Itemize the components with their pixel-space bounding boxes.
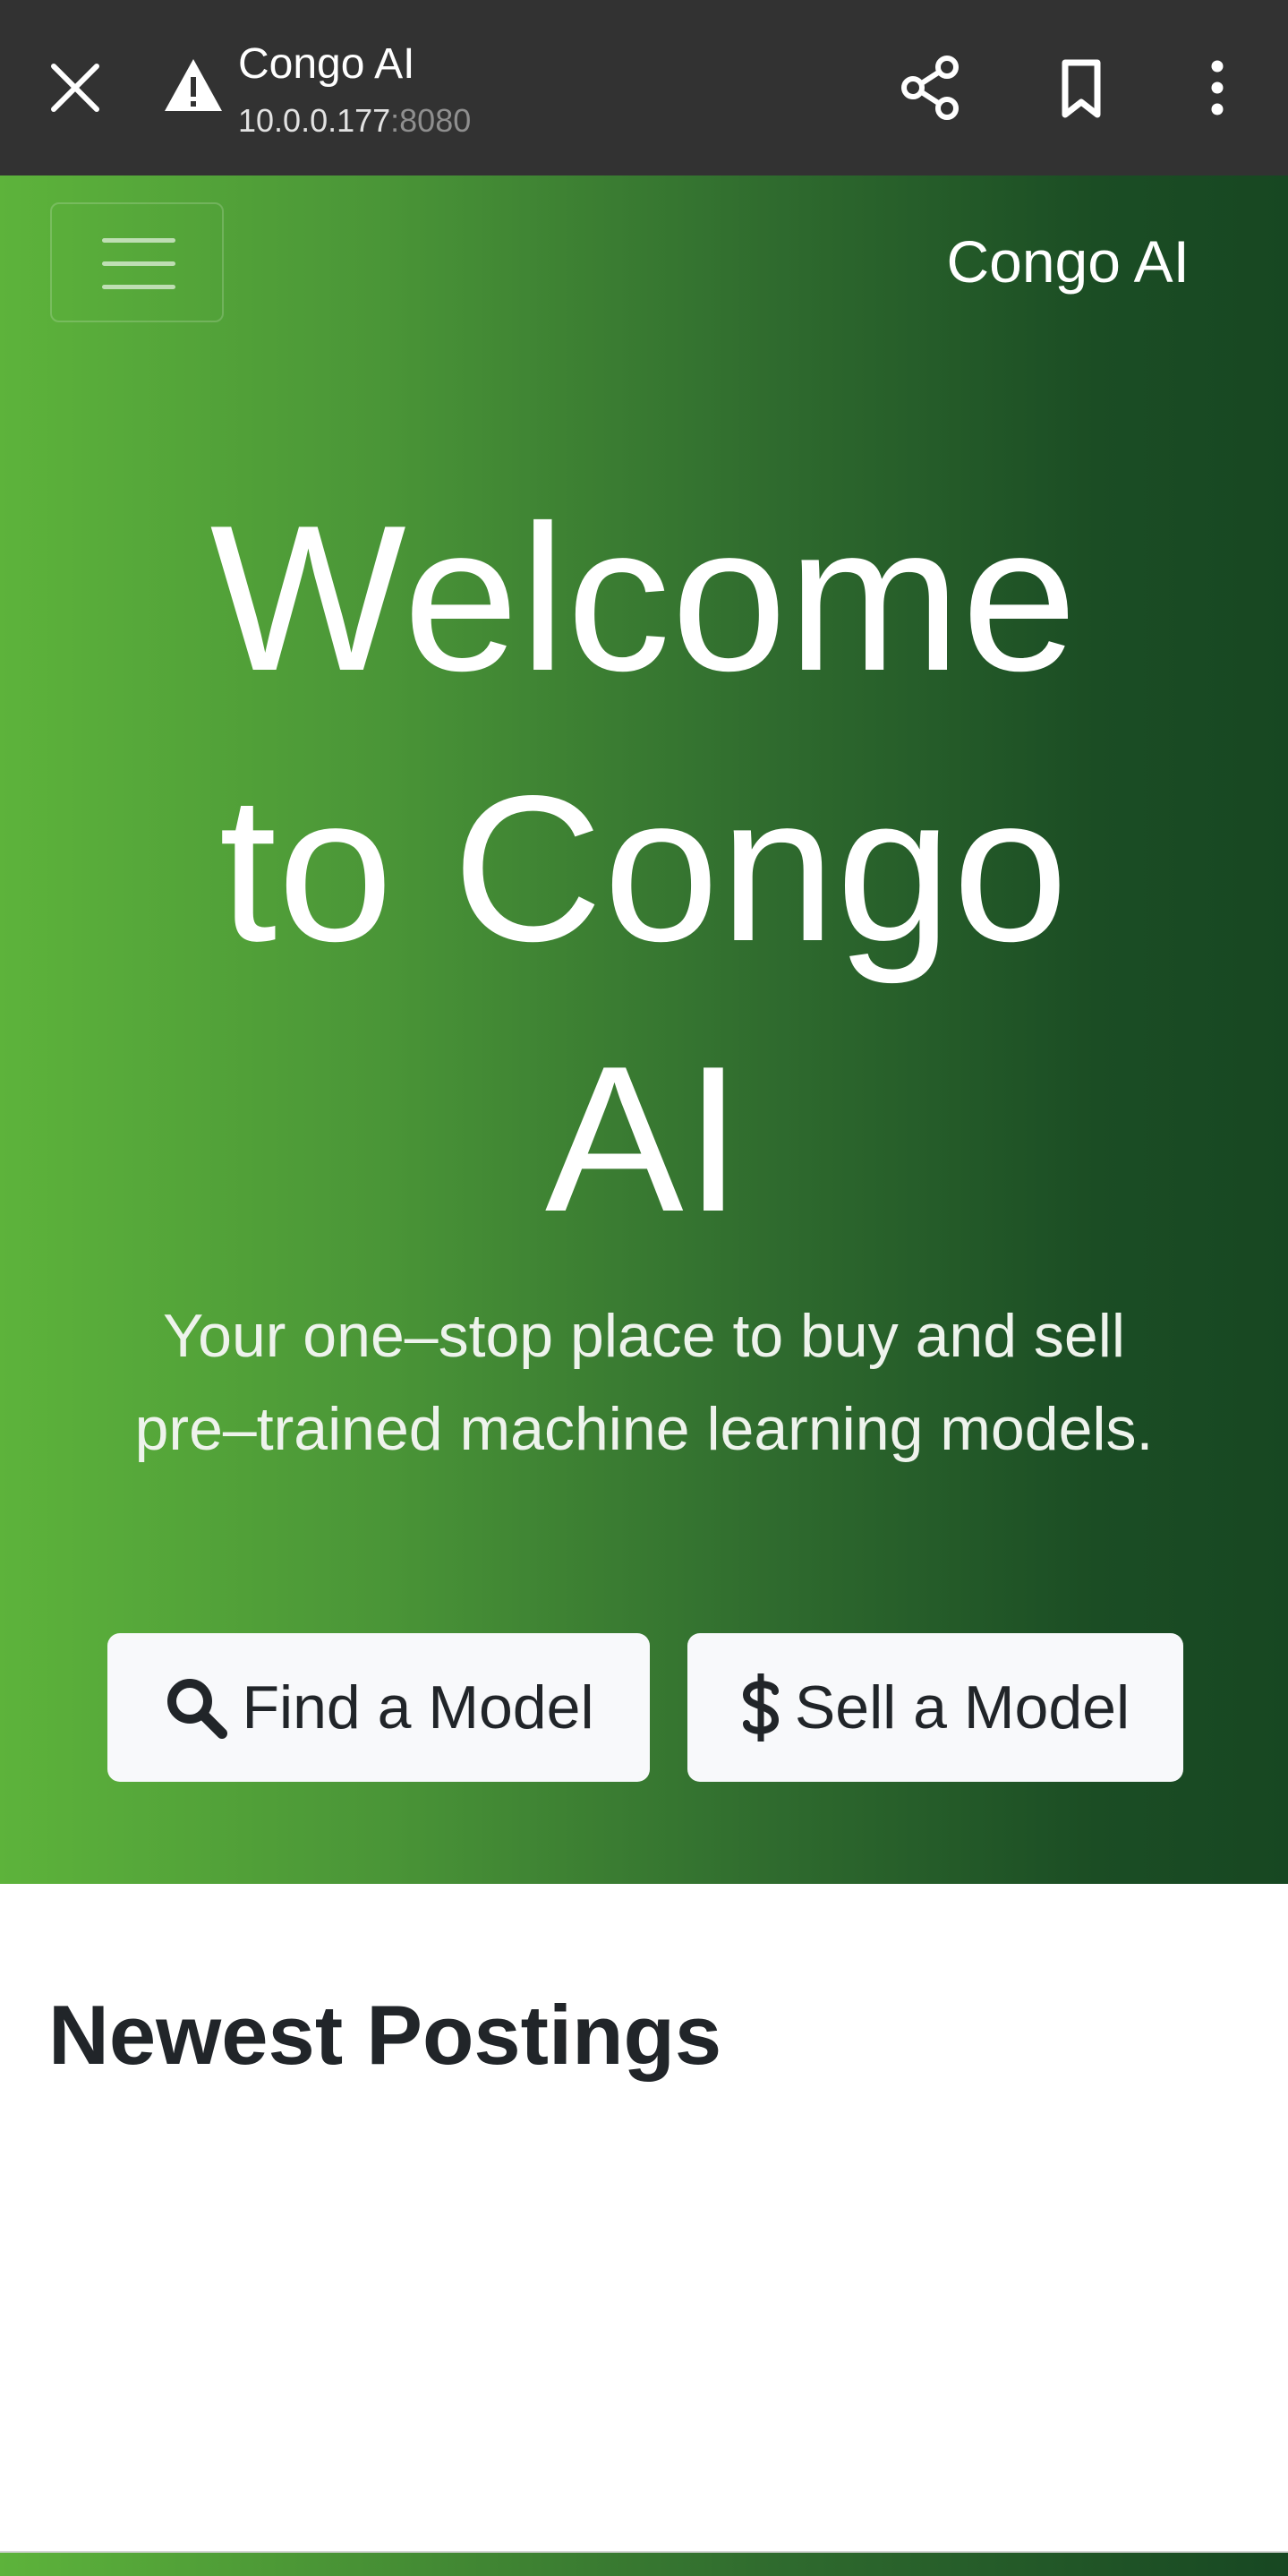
share-icon[interactable]: [895, 52, 967, 124]
hamburger-icon-bar: [102, 261, 175, 266]
hamburger-icon-bar: [102, 285, 175, 289]
find-model-label: Find a Model: [242, 1673, 594, 1742]
hamburger-icon: [102, 238, 175, 243]
dollar-icon: [742, 1673, 779, 1742]
tab-url[interactable]: 10.0.0.177:8080: [238, 102, 471, 140]
browser-top-bar: Congo AI 10.0.0.177:8080: [0, 0, 1288, 175]
hero-heading: Welcome to Congo AI: [107, 464, 1181, 1275]
warning-icon[interactable]: [163, 56, 224, 116]
navbar-brand[interactable]: Congo AI: [946, 226, 1190, 297]
sell-model-label: Sell a Model: [794, 1673, 1130, 1742]
hero-subtitle: Your one–stop place to buy and sell pre–…: [134, 1302, 1154, 1463]
tab-title[interactable]: Congo AI: [238, 39, 414, 90]
menu-toggle-button[interactable]: [50, 202, 224, 322]
hero-section: Congo AI Welcome to Congo AI Your one–st…: [0, 175, 1288, 1884]
hero-heading-strong: Congo AI: [452, 753, 1070, 1255]
find-model-button[interactable]: Find a Model: [107, 1633, 650, 1782]
footer-band: [0, 2553, 1288, 2576]
search-icon: [167, 1679, 228, 1739]
url-port: :8080: [390, 102, 472, 139]
close-icon[interactable]: [39, 52, 111, 124]
sell-model-button[interactable]: Sell a Model: [687, 1633, 1183, 1782]
bookmark-icon[interactable]: [1045, 52, 1117, 124]
more-vert-icon[interactable]: [1181, 52, 1253, 124]
newest-postings-heading: Newest Postings: [48, 1988, 722, 2082]
url-host: 10.0.0.177: [238, 102, 391, 139]
